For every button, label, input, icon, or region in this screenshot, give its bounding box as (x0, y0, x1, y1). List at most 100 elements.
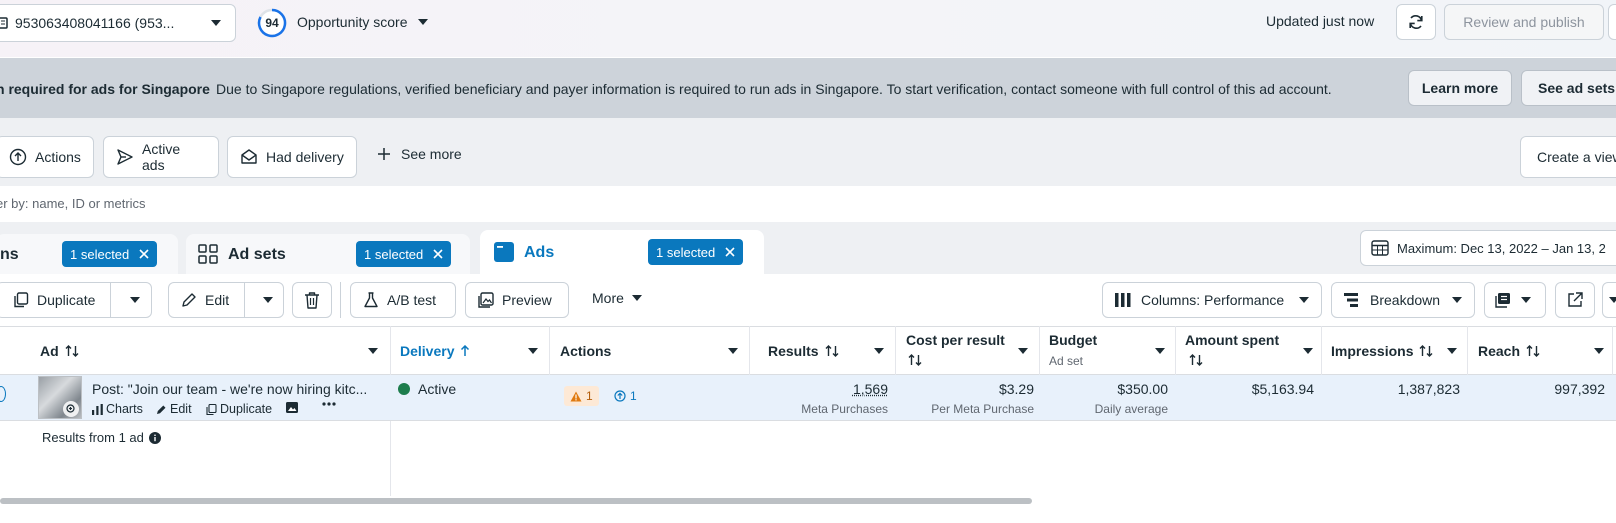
duplicate-dropdown-button[interactable] (119, 283, 151, 317)
adsets-selected-pill[interactable]: 1 selected (356, 241, 451, 267)
ad-account-selector[interactable]: 953063408041166 (953... (0, 4, 236, 42)
column-divider (549, 326, 550, 375)
info-icon[interactable] (149, 432, 161, 444)
envelope-open-icon (240, 148, 258, 166)
column-header-actions[interactable]: Actions (560, 326, 746, 375)
amount-spent-value: $5,163.94 (1185, 381, 1314, 397)
warning-count: 1 (586, 389, 593, 403)
row-edit-link[interactable]: Edit (156, 402, 192, 416)
send-icon (116, 148, 134, 166)
export-dropdown-button[interactable] (1602, 282, 1616, 318)
row-preview-icon[interactable] (286, 402, 298, 413)
columns-label: Columns: Performance (1141, 292, 1284, 308)
sort-icon (1526, 345, 1540, 357)
preview-button[interactable]: Preview (465, 282, 569, 318)
learn-more-button[interactable]: Learn more (1408, 70, 1512, 106)
chevron-down-icon (728, 348, 738, 354)
create-view-button[interactable]: Create a view (1520, 136, 1616, 178)
row-duplicate-link[interactable]: Duplicate (206, 402, 272, 416)
review-and-publish-button[interactable]: Review and publish (1444, 4, 1604, 40)
tab-ad-sets[interactable]: Ad sets 1 selected (186, 234, 470, 274)
column-divider (1039, 326, 1040, 375)
overflow-button[interactable] (1608, 4, 1616, 40)
chevron-down-icon (632, 295, 642, 301)
cost-sub: Per Meta Purchase (906, 402, 1034, 416)
pencil-icon (156, 404, 167, 415)
filter-actions[interactable]: Actions (0, 136, 94, 178)
chevron-down-icon (1521, 297, 1531, 303)
date-range-picker[interactable]: Maximum: Dec 13, 2022 – Jan 13, 2 (1360, 230, 1616, 266)
column-header-ad[interactable]: Ad (40, 326, 386, 375)
calendar-icon (1371, 239, 1389, 257)
close-icon[interactable] (433, 249, 443, 259)
tab-campaigns-label: ns (0, 246, 19, 264)
zoom-icon[interactable] (63, 401, 79, 417)
columns-icon (1115, 293, 1131, 307)
column-header-delivery[interactable]: Delivery (400, 326, 546, 375)
budget-sub: Daily average (1049, 402, 1168, 416)
columns-button[interactable]: Columns: Performance (1102, 282, 1322, 318)
column-header-results[interactable]: Results (768, 326, 892, 375)
close-icon[interactable] (139, 249, 149, 259)
column-header-budget[interactable]: Budget Ad set (1049, 326, 1173, 375)
see-more-filters-button[interactable]: See more (377, 146, 462, 162)
row-edit-label: Edit (170, 402, 192, 416)
scrollbar-thumb[interactable] (0, 498, 1032, 504)
chevron-down-icon (1299, 297, 1309, 303)
filter-active-ads[interactable]: Active ads (103, 136, 219, 178)
column-divider (895, 326, 896, 375)
refresh-button[interactable] (1396, 4, 1436, 40)
campaigns-selected-pill[interactable]: 1 selected (62, 241, 157, 267)
export-button[interactable] (1555, 282, 1595, 318)
row-more-icon[interactable] (322, 402, 336, 406)
search-row (0, 186, 1616, 222)
ad-name[interactable]: Post: "Join our team - we're now hiring … (92, 381, 367, 397)
column-header-results-label: Results (768, 343, 819, 359)
chevron-down-icon (1609, 297, 1616, 303)
duplicate-button[interactable]: Duplicate (0, 283, 111, 317)
budget-value[interactable]: $350.00 (1049, 381, 1168, 397)
see-ad-sets-button[interactable]: See ad sets (1521, 70, 1616, 106)
search-input[interactable]: er by: name, ID or metrics (0, 196, 146, 211)
column-divider (1612, 326, 1613, 375)
pencil-icon (181, 292, 197, 308)
ads-selected-pill[interactable]: 1 selected (648, 239, 743, 265)
filter-had-delivery-label: Had delivery (266, 149, 344, 165)
edit-button[interactable]: Edit (169, 283, 245, 317)
reports-button[interactable] (1484, 282, 1546, 318)
action-badge[interactable]: 1 (608, 386, 643, 406)
warning-badge[interactable]: 1 (564, 386, 599, 406)
column-header-impressions[interactable]: Impressions (1331, 326, 1465, 375)
tab-ads-label: Ads (524, 244, 554, 262)
chevron-down-icon (874, 348, 884, 354)
column-header-reach[interactable]: Reach (1478, 326, 1610, 375)
charts-link[interactable]: Charts (92, 402, 143, 416)
tab-ads[interactable]: Ads 1 selected (480, 230, 764, 274)
column-header-cost-per-result[interactable]: Cost per result (906, 326, 1036, 375)
ad-thumbnail[interactable] (38, 376, 82, 419)
sort-icon (1189, 354, 1203, 366)
column-header-actions-label: Actions (560, 343, 611, 359)
sort-icon (65, 345, 79, 357)
edit-dropdown-button[interactable] (253, 283, 283, 317)
more-button[interactable]: More (592, 290, 642, 306)
breakdown-button[interactable]: Breakdown (1331, 282, 1475, 318)
chevron-down-icon (263, 297, 273, 303)
banner-title: n required for ads for Singapore (0, 81, 210, 97)
filter-active-ads-label: Active ads (142, 141, 206, 173)
column-header-amount-spent[interactable]: Amount spent (1185, 326, 1319, 375)
reach-value: 997,392 (1478, 381, 1605, 397)
opportunity-score-button[interactable]: Opportunity score (297, 14, 428, 30)
tab-campaigns[interactable]: ns 1 selected (0, 234, 178, 274)
delete-button[interactable] (292, 282, 332, 318)
status-dot-icon (398, 383, 410, 395)
ab-test-button[interactable]: A/B test (350, 282, 456, 318)
delivery-status: Active (398, 381, 456, 397)
filter-actions-label: Actions (35, 149, 81, 165)
results-value[interactable]: 1,569 (770, 381, 888, 397)
arrow-up-circle-icon (9, 148, 27, 166)
close-icon[interactable] (725, 247, 735, 257)
results-sub: Meta Purchases (770, 402, 888, 416)
breakdown-icon (1344, 293, 1360, 307)
filter-had-delivery[interactable]: Had delivery (227, 136, 357, 178)
